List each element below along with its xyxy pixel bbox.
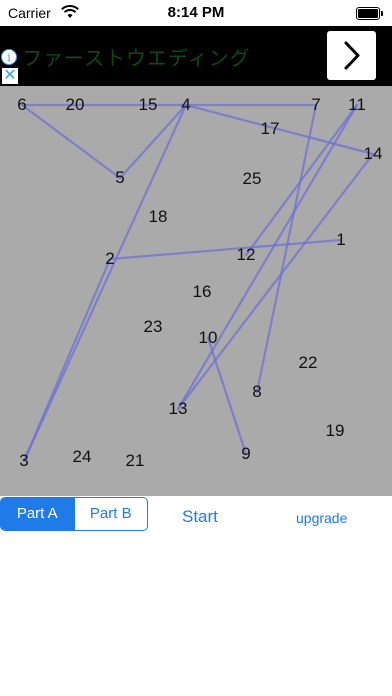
start-button[interactable]: Start [182, 507, 218, 527]
board-number-18[interactable]: 18 [149, 207, 168, 227]
board-number-1[interactable]: 1 [336, 230, 345, 250]
connection-line [206, 336, 248, 456]
ad-next-button[interactable] [327, 31, 376, 80]
ad-banner[interactable]: ファーストウエディング i ✕ [0, 26, 392, 86]
chevron-right-icon [344, 41, 360, 70]
board-number-2[interactable]: 2 [105, 249, 114, 269]
connection-line [184, 103, 375, 156]
board-number-11[interactable]: 11 [348, 95, 366, 115]
board-number-13[interactable]: 13 [169, 399, 188, 419]
board-number-20[interactable]: 20 [66, 95, 85, 115]
board-number-17[interactable]: 17 [261, 119, 280, 139]
ad-close-icon[interactable]: ✕ [2, 68, 18, 84]
board-number-14[interactable]: 14 [364, 144, 383, 164]
board-number-19[interactable]: 19 [326, 421, 345, 441]
board-number-23[interactable]: 23 [144, 317, 163, 337]
connection-line [22, 103, 188, 463]
ad-info-icon[interactable]: i [1, 49, 17, 65]
game-board[interactable]: 1 2 3 4 5 6 7 8 9 10 11 12 13 14 15 16 17 18 19 20 21 22 23 24 2… [0, 86, 392, 496]
board-number-7[interactable]: 7 [311, 95, 320, 115]
board-number-4[interactable]: 4 [181, 95, 190, 115]
controls-bar: Part A Part B Start upgrade [0, 496, 392, 696]
board-number-3[interactable]: 3 [19, 451, 28, 471]
board-number-5[interactable]: 5 [115, 168, 124, 188]
connection-line [255, 103, 318, 394]
board-number-8[interactable]: 8 [252, 382, 261, 402]
status-bar: Carrier 8:14 PM [0, 0, 392, 26]
ad-text[interactable]: ファーストウエディング [22, 42, 251, 71]
connection-line [176, 103, 359, 411]
part-segmented-control[interactable]: Part A Part B [0, 497, 148, 531]
board-number-24[interactable]: 24 [73, 447, 92, 467]
connection-line [118, 103, 188, 180]
board-number-16[interactable]: 16 [193, 282, 212, 302]
board-number-15[interactable]: 15 [139, 95, 158, 115]
board-number-10[interactable]: 10 [199, 328, 218, 348]
board-number-21[interactable]: 21 [126, 451, 145, 471]
upgrade-button[interactable]: upgrade [296, 510, 347, 526]
battery-icon [356, 7, 383, 20]
board-number-22[interactable]: 22 [299, 353, 318, 373]
segment-part-b[interactable]: Part B [75, 498, 148, 530]
segment-part-a[interactable]: Part A [1, 498, 74, 530]
status-time: 8:14 PM [167, 4, 225, 21]
board-number-25[interactable]: 25 [243, 169, 262, 189]
connection-line [20, 103, 122, 180]
board-number-9[interactable]: 9 [241, 444, 250, 464]
connection-line [22, 257, 112, 463]
board-number-12[interactable]: 12 [237, 245, 256, 265]
board-number-6[interactable]: 6 [17, 95, 26, 115]
